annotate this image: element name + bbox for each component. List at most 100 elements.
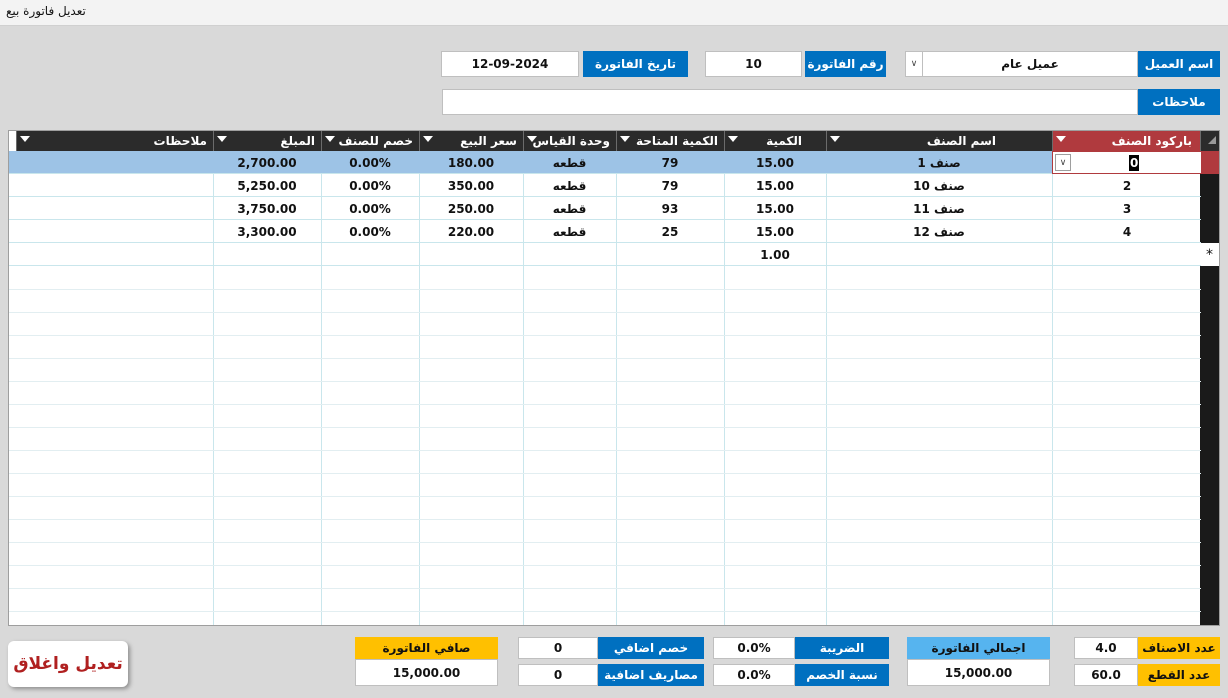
- cell-item-discount[interactable]: 0.00%: [321, 220, 419, 243]
- cell-notes[interactable]: [16, 151, 213, 174]
- cell-sale-price[interactable]: 350.00: [419, 174, 523, 197]
- empty-row-line: [9, 450, 1201, 451]
- cell-amount[interactable]: 5,250.00: [213, 174, 321, 197]
- cell-item-discount[interactable]: 0.00%: [321, 151, 419, 174]
- column-header-available-qty[interactable]: الكمية المتاحة: [616, 131, 724, 151]
- pieces-count-field: 60.0: [1074, 664, 1138, 686]
- invoice-date-field[interactable]: 12-09-2024: [441, 51, 579, 77]
- column-header-qty[interactable]: الكمية: [724, 131, 826, 151]
- empty-row-line: [9, 519, 1201, 520]
- cell-qty[interactable]: 15.00: [724, 220, 826, 243]
- new-table-row[interactable]: 1.00: [9, 243, 1201, 266]
- cell-item-name[interactable]: صنف 12: [826, 220, 1052, 243]
- items-count-field: 4.0: [1074, 637, 1138, 659]
- cell-unit[interactable]: قطعه: [523, 220, 616, 243]
- empty-row-line: [9, 588, 1201, 589]
- cell-unit[interactable]: قطعه: [523, 197, 616, 220]
- cell-barcode[interactable]: 3: [1052, 197, 1202, 220]
- extra-discount-label: خصم اضافي: [598, 637, 704, 659]
- empty-row-line: [9, 381, 1201, 382]
- discount-rate-field[interactable]: 0.0%: [713, 664, 795, 686]
- table-row[interactable]: 5,250.00 0.00% 350.00 قطعه 79 15.00 صنف …: [9, 174, 1201, 197]
- empty-row-line: [9, 358, 1201, 359]
- title-bar: تعديل فاتورة بيع: [0, 0, 1228, 26]
- column-header-label: سعر البيع: [460, 134, 517, 148]
- cell-item-discount[interactable]: 0.00%: [321, 174, 419, 197]
- column-header-barcode[interactable]: باركود الصنف: [1052, 131, 1202, 151]
- sort-arrow-icon[interactable]: [20, 136, 30, 142]
- cell-sale-price[interactable]: 250.00: [419, 197, 523, 220]
- table-row[interactable]: 3,750.00 0.00% 250.00 قطعه 93 15.00 صنف …: [9, 197, 1201, 220]
- column-header-item-name[interactable]: اسم الصنف: [826, 131, 1052, 151]
- sort-arrow-icon[interactable]: [423, 136, 433, 142]
- cell-sale-price[interactable]: 180.00: [419, 151, 523, 174]
- empty-row-line: [9, 289, 1201, 290]
- column-header-notes[interactable]: ملاحظات: [16, 131, 213, 151]
- cell-qty[interactable]: 15.00: [724, 197, 826, 220]
- cell-barcode[interactable]: 2: [1052, 174, 1202, 197]
- invoice-number-label: رقم الفاتورة: [805, 51, 886, 77]
- cell-sale-price[interactable]: 220.00: [419, 220, 523, 243]
- cell-amount[interactable]: 3,750.00: [213, 197, 321, 220]
- column-header-unit[interactable]: وحدة القياس: [523, 131, 616, 151]
- barcode-input[interactable]: 0: [1129, 155, 1140, 171]
- cell-amount[interactable]: 2,700.00: [213, 151, 321, 174]
- cell-item-name[interactable]: صنف 1: [826, 151, 1052, 174]
- save-and-close-button[interactable]: تعديل واغلاق: [8, 641, 128, 687]
- sort-arrow-icon[interactable]: [1056, 136, 1066, 142]
- cell-qty[interactable]: 15.00: [724, 174, 826, 197]
- cell-available-qty[interactable]: 79: [616, 174, 724, 197]
- extra-expenses-field[interactable]: 0: [518, 664, 598, 686]
- discount-rate-label: نسبة الخصم: [795, 664, 889, 686]
- cell-qty[interactable]: 15.00: [724, 151, 826, 174]
- cell-available-qty[interactable]: 79: [616, 151, 724, 174]
- customer-combobox[interactable]: عميل عام: [922, 51, 1138, 77]
- net-total-field: 15,000.00: [355, 659, 498, 686]
- empty-row-line: [9, 473, 1201, 474]
- empty-row-line: [9, 496, 1201, 497]
- sort-arrow-icon[interactable]: [728, 136, 738, 142]
- barcode-editor[interactable]: ∨ 0: [1052, 151, 1202, 174]
- cell-item-discount[interactable]: 0.00%: [321, 197, 419, 220]
- invoice-number-field[interactable]: 10: [705, 51, 802, 77]
- cell-unit[interactable]: قطعه: [523, 151, 616, 174]
- cell-notes[interactable]: [16, 220, 213, 243]
- select-all-corner[interactable]: [1200, 131, 1219, 151]
- column-header-amount[interactable]: المبلغ: [213, 131, 321, 151]
- cell-notes[interactable]: [16, 174, 213, 197]
- column-header-item-discount[interactable]: خصم للصنف: [321, 131, 419, 151]
- column-header-label: الكمية المتاحة: [636, 134, 718, 148]
- extra-discount-field[interactable]: 0: [518, 637, 598, 659]
- column-header-label: باركود الصنف: [1111, 134, 1192, 148]
- cell-barcode[interactable]: 4: [1052, 220, 1202, 243]
- notes-field[interactable]: [442, 89, 1138, 115]
- cell-available-qty[interactable]: 93: [616, 197, 724, 220]
- cell-amount[interactable]: 3,300.00: [213, 220, 321, 243]
- sort-arrow-icon[interactable]: [620, 136, 630, 142]
- table-row[interactable]: 3,300.00 0.00% 220.00 قطعه 25 15.00 صنف …: [9, 220, 1201, 243]
- new-row-indicator[interactable]: *: [1200, 243, 1219, 266]
- customer-dropdown-button[interactable]: ∨: [905, 51, 923, 77]
- cell-unit[interactable]: قطعه: [523, 174, 616, 197]
- cell-available-qty[interactable]: 25: [616, 220, 724, 243]
- current-row-indicator[interactable]: [1200, 151, 1219, 174]
- empty-row-line: [9, 427, 1201, 428]
- sort-arrow-icon[interactable]: [325, 136, 335, 142]
- cell-item-name[interactable]: صنف 11: [826, 197, 1052, 220]
- chevron-down-icon: ∨: [910, 59, 918, 69]
- cell-notes[interactable]: [16, 197, 213, 220]
- sort-arrow-icon[interactable]: [217, 136, 227, 142]
- tax-field[interactable]: 0.0%: [713, 637, 795, 659]
- sort-arrow-icon[interactable]: [527, 136, 537, 142]
- cell-item-name[interactable]: صنف 10: [826, 174, 1052, 197]
- barcode-dropdown-button[interactable]: ∨: [1055, 154, 1071, 171]
- notes-label: ملاحظات: [1138, 89, 1220, 115]
- column-header-sale-price[interactable]: سعر البيع: [419, 131, 523, 151]
- table-row[interactable]: 2,700.00 0.00% 180.00 قطعه 79 15.00 صنف …: [9, 151, 1202, 174]
- sort-arrow-icon[interactable]: [830, 136, 840, 142]
- pieces-count-label: عدد القطع: [1138, 664, 1220, 686]
- invoice-items-grid[interactable]: ملاحظات المبلغ خصم للصنف سعر البيع وحدة …: [8, 130, 1220, 626]
- column-header-label: خصم للصنف: [338, 134, 413, 148]
- net-total-label: صافي الفاتورة: [355, 637, 498, 659]
- cell-qty[interactable]: 1.00: [724, 243, 826, 266]
